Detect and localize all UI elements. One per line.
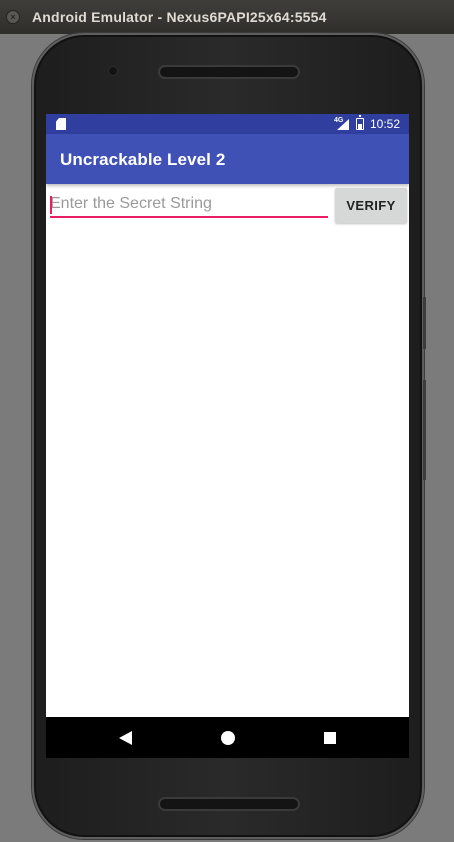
text-cursor xyxy=(50,196,52,214)
device-screen: 4G 10:52 Uncrackable Level 2 VERIFY xyxy=(46,114,409,758)
volume-button[interactable] xyxy=(423,380,426,480)
network-type-label: 4G xyxy=(334,117,344,124)
camera-icon xyxy=(108,66,118,76)
close-window-icon[interactable]: × xyxy=(6,10,20,24)
recents-icon[interactable] xyxy=(324,732,336,744)
app-title: Uncrackable Level 2 xyxy=(60,150,226,169)
sd-card-icon xyxy=(56,118,66,130)
top-speaker xyxy=(158,65,300,79)
power-button[interactable] xyxy=(423,297,426,349)
navigation-bar xyxy=(46,717,409,758)
window-title: Android Emulator - Nexus6PAPI25x64:5554 xyxy=(32,9,327,25)
secret-form: VERIFY xyxy=(46,188,409,228)
emulator-title-bar: × Android Emulator - Nexus6PAPI25x64:555… xyxy=(0,0,454,34)
secret-string-input[interactable] xyxy=(50,192,328,218)
back-icon[interactable] xyxy=(119,731,132,745)
home-icon[interactable] xyxy=(221,731,235,745)
bottom-speaker xyxy=(158,797,300,811)
status-bar: 4G 10:52 xyxy=(46,114,409,134)
status-clock: 10:52 xyxy=(370,117,401,131)
battery-icon xyxy=(356,115,364,130)
app-bar: Uncrackable Level 2 xyxy=(46,134,409,184)
verify-button[interactable]: VERIFY xyxy=(335,188,407,223)
